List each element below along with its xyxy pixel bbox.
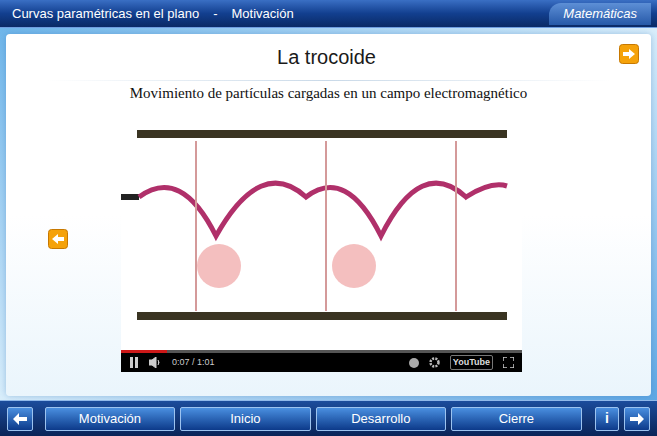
info-button[interactable]: i bbox=[595, 407, 620, 431]
video-player[interactable]: 0:07 / 1:01 YouTube bbox=[121, 106, 522, 372]
video-time: 0:07 / 1:01 bbox=[172, 356, 215, 370]
next-arrow-icon[interactable] bbox=[619, 44, 639, 64]
course-title: Curvas paramétricas en el plano bbox=[12, 4, 199, 24]
nav-button[interactable]: Cierre bbox=[451, 407, 581, 431]
page-subtitle: Movimiento de partículas cargadas en un … bbox=[6, 81, 651, 102]
header-title: Curvas paramétricas en el plano-Motivaci… bbox=[0, 4, 294, 24]
left-arrow-icon bbox=[12, 412, 28, 426]
volume-icon[interactable] bbox=[149, 357, 162, 368]
nav-button[interactable]: Desarrollo bbox=[316, 407, 446, 431]
prev-page-button[interactable] bbox=[7, 407, 33, 431]
video-frame bbox=[121, 106, 522, 350]
title-row: La trocoide bbox=[6, 34, 651, 80]
nav-button[interactable]: Motivación bbox=[45, 407, 175, 431]
title-separator: - bbox=[213, 4, 217, 24]
title-divider bbox=[46, 80, 611, 81]
media-row: 0:07 / 1:01 YouTube bbox=[6, 106, 651, 372]
right-arrow-icon bbox=[629, 412, 645, 426]
nav-button[interactable]: Inicio bbox=[180, 407, 310, 431]
info-icon[interactable] bbox=[409, 358, 419, 368]
fullscreen-icon[interactable] bbox=[503, 357, 514, 368]
pause-icon[interactable] bbox=[129, 357, 139, 368]
gear-icon[interactable] bbox=[429, 357, 440, 368]
subject-tab: Matemáticas bbox=[549, 3, 651, 25]
video-controls: 0:07 / 1:01 YouTube bbox=[121, 353, 522, 372]
video-progress-track[interactable] bbox=[121, 350, 522, 353]
content-panel: La trocoide Movimiento de partículas carg… bbox=[6, 34, 651, 396]
section-title: Motivación bbox=[232, 4, 294, 24]
header-bar: Curvas paramétricas en el plano-Motivaci… bbox=[0, 0, 657, 28]
footer-nav: MotivaciónInicioDesarrolloCierrei bbox=[0, 400, 657, 436]
video-progress-fill bbox=[121, 350, 167, 353]
main-area: La trocoide Movimiento de partículas carg… bbox=[0, 28, 657, 400]
prev-arrow-icon[interactable] bbox=[48, 229, 68, 249]
app-window: Curvas paramétricas en el plano-Motivaci… bbox=[0, 0, 657, 436]
page-title: La trocoide bbox=[34, 42, 619, 72]
particle-motion-picture-icon bbox=[121, 106, 522, 350]
youtube-logo[interactable]: YouTube bbox=[450, 355, 493, 371]
next-page-button[interactable] bbox=[624, 407, 650, 431]
